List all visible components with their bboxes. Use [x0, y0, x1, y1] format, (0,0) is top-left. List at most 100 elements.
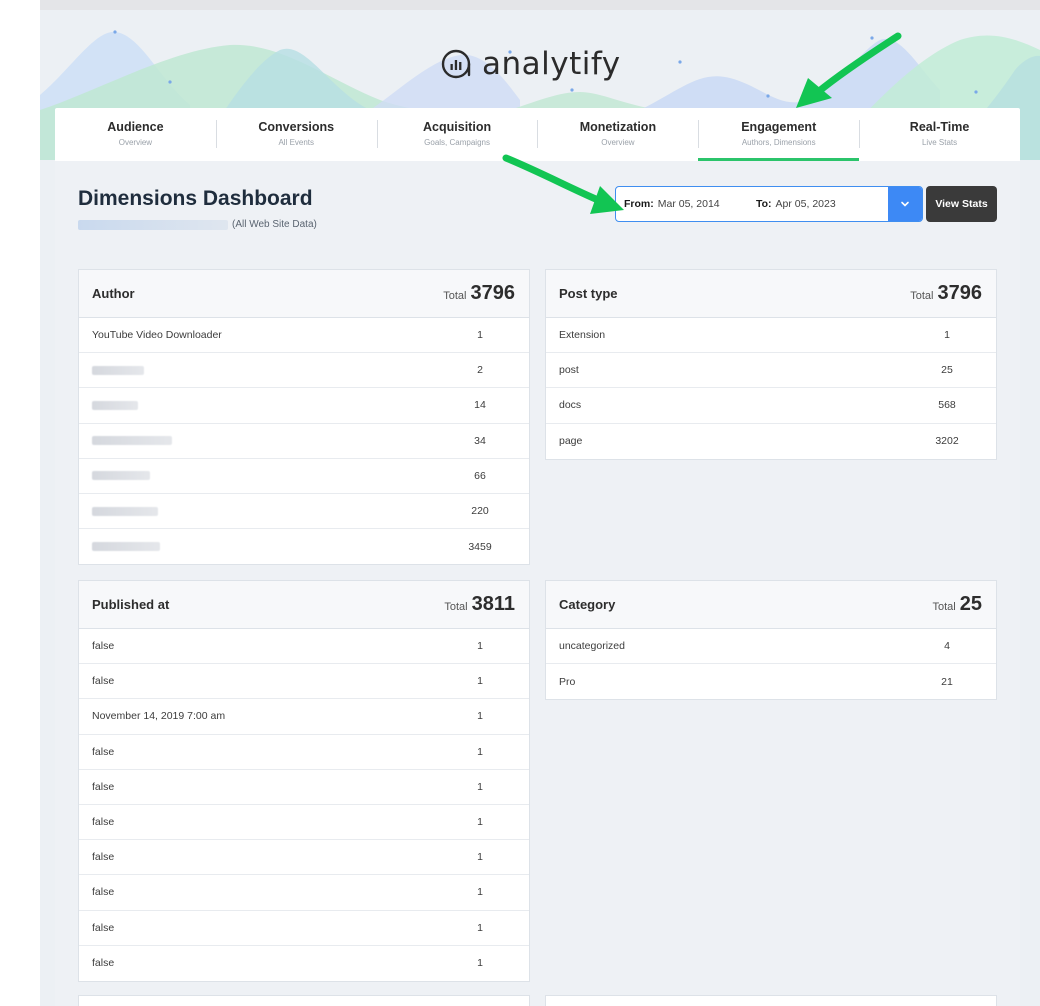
date-range-picker[interactable]: From: Mar 05, 2014 To: Apr 05, 2023	[615, 186, 923, 222]
annotation-arrow-to-engagement-tab	[796, 32, 902, 108]
tab-conversions[interactable]: Conversions All Events	[215, 108, 377, 161]
brand-logo[interactable]: analytify	[440, 44, 621, 84]
row-label: false	[92, 851, 115, 864]
row-label: uncategorized	[559, 640, 625, 653]
row-value: 1	[477, 921, 483, 934]
card-header: Published at Total 3811	[79, 581, 529, 629]
tab-sublabel: Overview	[118, 138, 153, 147]
chevron-down-icon	[901, 201, 909, 207]
total-label: Total	[443, 290, 467, 302]
row-value: 4	[944, 640, 950, 653]
date-from-value: Mar 05, 2014	[657, 198, 720, 210]
row-label: false	[92, 675, 115, 688]
card-header: Author Total 3796	[79, 270, 529, 318]
next-card-right	[545, 995, 997, 1006]
table-row: 220	[79, 494, 529, 530]
tab-sublabel: Live Stats	[921, 138, 958, 147]
date-to-field[interactable]: To: Apr 05, 2023	[756, 198, 888, 210]
total-value: 25	[959, 593, 982, 615]
row-value: 66	[474, 469, 486, 482]
row-value: 1	[477, 886, 483, 899]
tab-sublabel: All Events	[278, 138, 315, 147]
row-value: 1	[477, 675, 483, 688]
date-to-value: Apr 05, 2023	[775, 198, 836, 210]
date-dropdown-button[interactable]	[888, 187, 922, 221]
table-row: false 1	[79, 875, 529, 911]
table-row: uncategorized 4	[546, 629, 996, 665]
table-row: 3459	[79, 529, 529, 564]
card-title: Category	[559, 597, 616, 612]
tab-label: Audience	[107, 120, 164, 134]
row-label: false	[92, 957, 115, 970]
row-value: 25	[941, 364, 953, 377]
row-value: 2	[477, 364, 483, 377]
tab-sublabel: Authors, Dimensions	[741, 138, 816, 147]
table-row: 34	[79, 424, 529, 459]
redacted-author-name	[92, 506, 158, 516]
table-row: YouTube Video Downloader 1	[79, 318, 529, 354]
tab-label: Conversions	[258, 120, 335, 134]
table-row: 14	[79, 388, 529, 424]
card-total: Total 3811	[444, 593, 515, 616]
redacted-author-name	[92, 365, 144, 375]
annotation-arrow-to-date-range	[502, 154, 624, 214]
row-value: 1	[944, 329, 950, 342]
total-value: 3811	[471, 593, 515, 615]
total-value: 3796	[470, 282, 516, 304]
tab-audience[interactable]: Audience Overview	[55, 108, 216, 161]
post-type-card: Post type Total 3796 Extension 1 post 25 d…	[545, 269, 997, 460]
row-label: false	[92, 780, 115, 793]
row-label: false	[92, 816, 115, 829]
row-value: 220	[471, 505, 489, 518]
published-at-card: Published at Total 3811 false 1 false 1 No…	[78, 580, 530, 982]
row-label: YouTube Video Downloader	[92, 329, 222, 342]
table-row: November 14, 2019 7:00 am 1	[79, 699, 529, 735]
table-row: false 1	[79, 946, 529, 981]
row-value: 3459	[468, 540, 492, 553]
row-value: 14	[474, 399, 486, 412]
redacted-author-name	[92, 542, 160, 552]
card-title: Post type	[559, 286, 618, 301]
tab-real-time[interactable]: Real-Time Live Stats	[859, 108, 1020, 161]
date-from-field[interactable]: From: Mar 05, 2014	[616, 198, 756, 210]
tab-sublabel: Overview	[601, 138, 635, 147]
row-value: 568	[938, 399, 956, 412]
view-stats-button[interactable]: View Stats	[926, 186, 997, 222]
card-total: Total 3796	[910, 282, 982, 305]
row-value: 1	[477, 710, 483, 723]
table-row: post 25	[546, 353, 996, 389]
redacted-site-url	[78, 219, 228, 230]
row-value: 1	[477, 851, 483, 864]
redacted-author-name	[92, 471, 150, 481]
card-total: Total 3796	[443, 282, 515, 305]
page-title: Dimensions Dashboard	[78, 187, 313, 210]
row-value: 1	[477, 329, 483, 342]
table-row: Extension 1	[546, 318, 996, 354]
row-value: 1	[477, 816, 483, 829]
table-row: false 1	[79, 770, 529, 805]
tab-engagement[interactable]: Engagement Authors, Dimensions	[698, 108, 859, 161]
table-row: false 1	[79, 911, 529, 946]
table-row: 2	[79, 353, 529, 389]
row-value: 1	[477, 640, 483, 653]
table-row: false 1	[79, 805, 529, 841]
tab-label: Engagement	[741, 120, 817, 134]
card-title: Published at	[92, 597, 170, 612]
table-row: false 1	[79, 629, 529, 665]
row-value: 21	[941, 675, 953, 688]
next-card-left	[78, 995, 530, 1006]
tab-label: Real-Time	[909, 120, 970, 134]
row-label: Pro	[559, 675, 576, 688]
table-row: false 1	[79, 664, 529, 700]
site-property-label: (All Web Site Data)	[232, 219, 317, 230]
row-label: false	[92, 886, 115, 899]
table-row: false 1	[79, 840, 529, 876]
page-margin	[0, 0, 40, 1006]
row-label: page	[559, 435, 583, 448]
row-label: November 14, 2019 7:00 am	[92, 710, 226, 723]
row-label: post	[559, 364, 579, 377]
row-label: false	[92, 921, 115, 934]
tab-label: Monetization	[579, 120, 657, 134]
table-row: docs 568	[546, 388, 996, 424]
card-title: Author	[92, 286, 135, 301]
